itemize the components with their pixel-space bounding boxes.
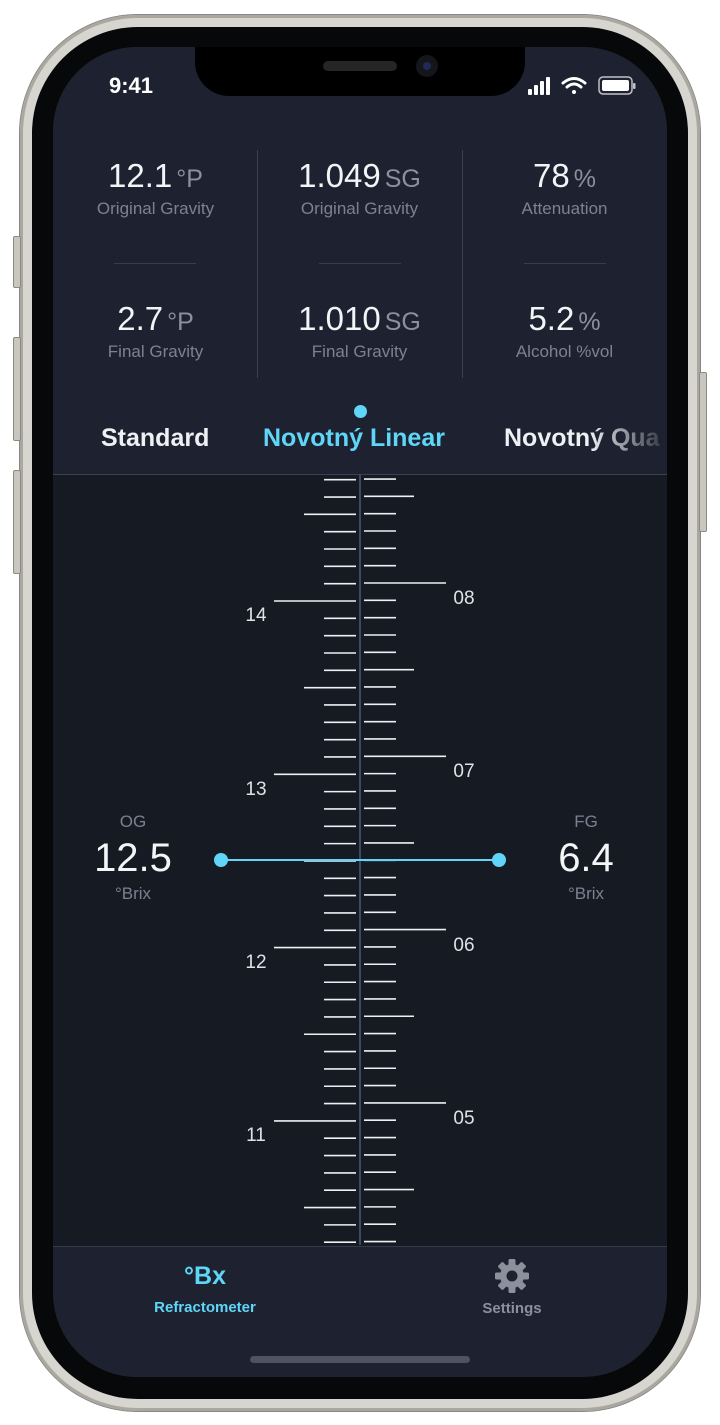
row-divider: [524, 263, 606, 264]
app-screen: 9:41 12.1 °P Original Gravity 1.049 SG Ori…: [53, 47, 667, 1377]
speaker: [323, 61, 397, 71]
stat-label: Final Gravity: [107, 342, 204, 361]
stat-label: Final Gravity: [311, 342, 408, 361]
stat-unit: %: [573, 165, 596, 193]
tab-standard[interactable]: Standard: [101, 424, 209, 453]
volume-up-button: [13, 337, 21, 441]
fg-value: 6.4: [558, 836, 614, 880]
stat-label: Attenuation: [521, 199, 608, 218]
stat-value: 12.1: [108, 157, 173, 194]
stat-value: 78: [533, 157, 570, 194]
row-divider: [114, 263, 196, 264]
og-label: OG: [119, 812, 147, 831]
og-scale-label: 14: [245, 605, 267, 626]
wifi-icon: [561, 77, 587, 94]
nav-settings[interactable]: Settings: [412, 1257, 612, 1317]
stat-value: 1.049: [298, 157, 381, 194]
home-indicator: [250, 1356, 470, 1363]
volume-down-button: [13, 470, 21, 574]
fg-handle[interactable]: [492, 853, 506, 867]
og-value: 12.5: [94, 836, 172, 880]
fg-scale-label: 05: [453, 1108, 474, 1129]
tab-novotny-quadratic[interactable]: Novotný Qua: [504, 424, 667, 453]
stat-fg-plato: 2.7 °P Final Gravity: [53, 300, 258, 362]
stat-unit: SG: [384, 165, 421, 193]
tab-novotny-linear[interactable]: Novotný Linear: [263, 424, 445, 453]
stat-unit: %: [578, 308, 601, 336]
fg-readout: FG 6.4 °Brix: [526, 812, 646, 904]
row-divider: [319, 263, 401, 264]
og-scale-label: 12: [245, 952, 266, 973]
column-divider: [257, 150, 258, 378]
stat-og-sg: 1.049 SG Original Gravity: [257, 157, 462, 219]
refractometer-icon: °Bx: [184, 1262, 226, 1290]
stat-label: Alcohol %vol: [515, 342, 614, 361]
og-readout: OG 12.5 °Brix: [73, 812, 193, 904]
og-scale-label: 11: [246, 1125, 266, 1146]
status-time: 9:41: [109, 73, 154, 98]
gear-icon: [495, 1259, 529, 1293]
fg-unit: °Brix: [567, 884, 605, 903]
stat-value: 2.7: [117, 300, 164, 337]
nav-refractometer[interactable]: °Bx Refractometer: [105, 1262, 305, 1316]
nav-refractometer-label: Refractometer: [154, 1299, 256, 1316]
stat-og-plato: 12.1 °P Original Gravity: [53, 157, 258, 219]
camera: [416, 55, 438, 77]
battery-icon: [598, 76, 636, 95]
stat-abv: 5.2% Alcohol %vol: [462, 300, 667, 362]
fg-label: FG: [574, 812, 598, 831]
nav-settings-label: Settings: [482, 1300, 542, 1317]
tab-novotny-quadratic-label: Novotný Qua: [504, 424, 660, 452]
og-unit: °Brix: [114, 884, 152, 903]
stat-value: 5.2: [528, 300, 575, 337]
notch: [195, 47, 525, 96]
cellular-signal-icon: [528, 77, 550, 95]
fg-scale-label: 08: [453, 588, 474, 609]
power-button: [699, 372, 707, 532]
status-icons: [528, 76, 636, 95]
og-scale-label: 13: [245, 779, 266, 800]
fg-scale-label: 07: [453, 761, 474, 782]
selected-tab-indicator: [354, 405, 367, 418]
column-divider: [462, 150, 463, 378]
ring-switch: [13, 236, 21, 288]
stat-value: 1.010: [298, 300, 381, 337]
stat-attenuation: 78% Attenuation: [462, 157, 667, 219]
og-handle[interactable]: [214, 853, 228, 867]
stat-fg-sg: 1.010 SG Final Gravity: [257, 300, 462, 362]
stat-label: Original Gravity: [300, 199, 419, 218]
stat-unit: SG: [384, 308, 421, 336]
stat-label: Original Gravity: [96, 199, 215, 218]
stat-unit: °P: [167, 308, 194, 336]
stat-unit: °P: [176, 165, 203, 193]
fg-scale-label: 06: [453, 935, 474, 956]
